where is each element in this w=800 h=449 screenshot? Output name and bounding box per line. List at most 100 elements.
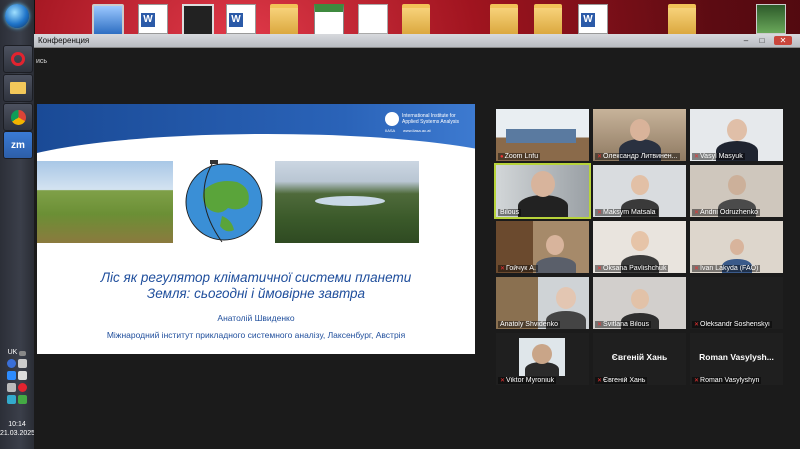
mic-muted-icon: ✕: [597, 154, 603, 160]
chrome-icon[interactable]: [3, 103, 33, 131]
close-button[interactable]: ✕: [774, 36, 792, 45]
folder-icon[interactable]: [3, 74, 33, 102]
participant-tile[interactable]: ✕Maksym Matsala: [593, 165, 686, 217]
org-url: www.iiasa.ac.at: [403, 128, 431, 133]
image-icon[interactable]: [756, 4, 786, 34]
folder-icon[interactable]: [490, 4, 518, 36]
participant-tile[interactable]: ✕Viktor Myroniuk: [496, 333, 589, 385]
iiasa-logo: International Institute for Applied Syst…: [385, 112, 471, 142]
participant-tile[interactable]: ✕Ivan Lakyda (FAO): [690, 221, 783, 273]
mic-icon: ●: [500, 154, 504, 160]
participant-tile[interactable]: ✕Vasyl Masyuk: [690, 109, 783, 161]
participant-tile[interactable]: ✕Олександр Литвинен...: [593, 109, 686, 161]
start-button[interactable]: [5, 4, 29, 28]
slide-title-line1: Ліс як регулятор кліматичної системи пла…: [100, 270, 412, 285]
folder-icon[interactable]: [402, 4, 430, 36]
opera-icon[interactable]: [3, 45, 33, 73]
conference-window: Конференция – □ ✕ ись International Inst…: [34, 34, 800, 449]
slide-title: Ліс як регулятор кліматичної системи пла…: [37, 270, 475, 302]
mic-muted-icon: ✕: [500, 378, 506, 384]
zoom-icon[interactable]: zm: [3, 131, 33, 159]
document-icon[interactable]: [358, 4, 388, 34]
org-abbr: IIASA: [385, 128, 396, 133]
participant-name: ●Zoom Lnfu: [498, 153, 541, 160]
participant-name: ✕Гойчук А.: [498, 265, 538, 272]
window-title: Конференция: [38, 36, 90, 45]
taskbar: zm UK 10:14 21.03.2025: [0, 0, 35, 449]
globe-logo-icon: [385, 112, 399, 126]
participant-tile[interactable]: ✕Гойчук А.: [496, 221, 589, 273]
word-doc-icon[interactable]: [138, 4, 168, 34]
slide-author: Анатолій Швиденко: [217, 313, 295, 323]
device-icon[interactable]: [18, 371, 27, 380]
participant-tile-no-video[interactable]: Roman Vasylysh... ✕Roman Vasylyshyn: [690, 333, 783, 385]
mic-muted-icon: ✕: [694, 378, 700, 384]
mic-muted-icon: ✕: [597, 322, 603, 328]
participant-name: ✕Roman Vasylyshyn: [692, 377, 762, 384]
participant-tile-no-video[interactable]: Євгеній Хань ✕Євгеній Хань: [593, 333, 686, 385]
participant-tile[interactable]: ✕Andrii Odruzhenko: [690, 165, 783, 217]
folder-icon[interactable]: [270, 4, 298, 36]
tray-app-icon[interactable]: [7, 395, 16, 404]
language-indicator[interactable]: UK: [8, 349, 18, 356]
participant-tile[interactable]: ●Zoom Lnfu: [496, 109, 589, 161]
slide-title-line2: Земля: сьогодні і ймовірне завтра: [146, 286, 366, 301]
mic-muted-icon: ✕: [597, 266, 603, 272]
participant-tile[interactable]: ✕Svitlana Bilous: [593, 277, 686, 329]
mic-muted-icon: ✕: [500, 266, 506, 272]
zoom-tray-icon[interactable]: [7, 371, 16, 380]
participant-name: ✕Oksana Pavlishchuk: [595, 265, 669, 272]
word-doc-icon[interactable]: [226, 4, 256, 34]
participant-name: ✕Євгеній Хань: [595, 377, 648, 384]
forest-lake-photo: [275, 161, 419, 243]
participant-name: ✕Oleksandr Soshenskyi: [692, 321, 772, 328]
participant-display-name: Євгеній Хань: [611, 352, 668, 362]
participant-name: ✕Ivan Lakyda (FAO): [692, 265, 761, 272]
help-icon[interactable]: [7, 359, 16, 368]
participant-photo: [519, 338, 565, 376]
network-icon[interactable]: [18, 359, 27, 368]
participant-name: ✕Andrii Odruzhenko: [692, 209, 761, 216]
slide-institute: Міжнародний інститут прикладного системн…: [106, 330, 406, 340]
earth-globe-image: [182, 160, 266, 244]
participant-display-name: Roman Vasylysh...: [699, 352, 774, 362]
participant-tile[interactable]: ✕Oksana Pavlishchuk: [593, 221, 686, 273]
mic-muted-icon: ✕: [694, 322, 700, 328]
mic-muted-icon: ✕: [694, 266, 700, 272]
shared-slide: International Institute for Applied Syst…: [37, 104, 475, 354]
participant-tile-no-video[interactable]: ✕Oleksandr Soshenskyi: [690, 277, 783, 329]
participant-name: ✕Svitlana Bilous: [595, 321, 651, 328]
video-icon[interactable]: [182, 4, 214, 36]
sub-label: ись: [36, 58, 48, 65]
clock-date: 21.03.2025: [0, 430, 36, 437]
participant-name: ✕Viktor Myroniuk: [498, 377, 557, 384]
steppe-photo: [37, 161, 173, 243]
computer-icon[interactable]: [92, 4, 124, 36]
word-doc-icon[interactable]: [578, 4, 608, 34]
mic-muted-icon: ✕: [597, 210, 603, 216]
participant-tile[interactable]: Anatoly Shvidenko: [496, 277, 589, 329]
participant-name: ✕Vasyl Masyuk: [692, 153, 745, 160]
tray-app-icon[interactable]: [18, 395, 27, 404]
minimize-button[interactable]: –: [740, 36, 752, 45]
org-name: International Institute for Applied Syst…: [402, 113, 459, 125]
participant-name: Anatoly Shvidenko: [498, 321, 560, 328]
speaker-icon[interactable]: [7, 383, 16, 392]
clock[interactable]: 10:14 21.03.2025: [0, 420, 36, 438]
clock-time: 10:14: [8, 421, 26, 428]
mic-muted-icon: ✕: [694, 210, 700, 216]
folder-icon[interactable]: [668, 4, 696, 36]
opera-tray-icon[interactable]: [18, 383, 27, 392]
window-titlebar[interactable]: Конференция – □ ✕: [34, 34, 800, 48]
keyboard-icon[interactable]: [19, 351, 27, 356]
maximize-button[interactable]: □: [756, 36, 768, 45]
participant-name: ✕Олександр Литвинен...: [595, 153, 680, 160]
participant-name: Bilous: [498, 209, 522, 216]
mic-muted-icon: ✕: [597, 378, 603, 384]
participant-name: ✕Maksym Matsala: [595, 209, 658, 216]
folder-icon[interactable]: [534, 4, 562, 36]
window-subbar: ись: [34, 48, 800, 74]
system-tray: UK: [0, 346, 34, 407]
mic-muted-icon: ✕: [694, 154, 700, 160]
participant-tile-active[interactable]: Bilous: [494, 163, 591, 219]
